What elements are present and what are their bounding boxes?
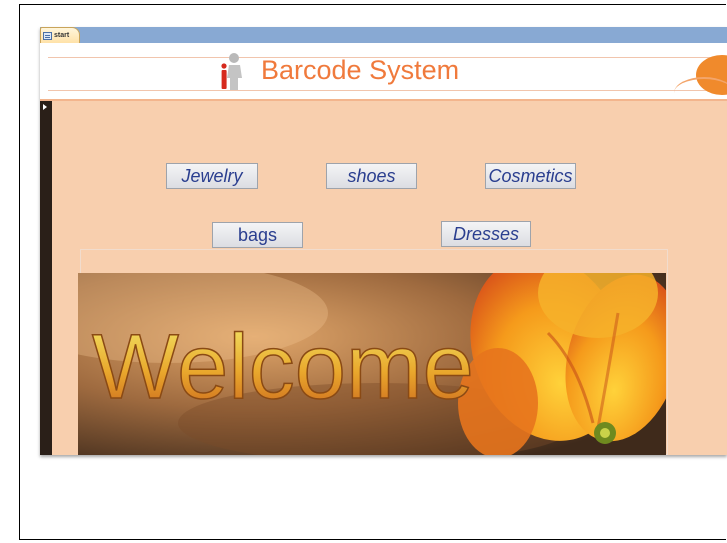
flower: [458, 273, 666, 455]
jewelry-button[interactable]: Jewelry: [166, 163, 258, 189]
welcome-text: Welcome: [92, 316, 474, 418]
header-line: [48, 90, 718, 91]
tab-label: start: [54, 32, 70, 39]
welcome-image: Welcome: [78, 273, 666, 455]
page-title: Barcode System: [261, 55, 460, 85]
access-form-window: start Barcode System Jewelry shoes Cosme…: [40, 27, 727, 455]
tab-start[interactable]: start: [40, 27, 80, 43]
decorative-arc: [674, 77, 727, 109]
form-header: Barcode System: [40, 43, 727, 101]
welcome-picture: Welcome: [78, 273, 666, 455]
form-icon: [43, 31, 52, 40]
document-tab-bar: start: [40, 27, 727, 43]
cosmetics-button[interactable]: Cosmetics: [485, 163, 576, 189]
record-pointer-icon: [43, 104, 47, 110]
record-selector-bar[interactable]: [40, 101, 52, 455]
shoes-button[interactable]: shoes: [326, 163, 417, 189]
dresses-button[interactable]: Dresses: [441, 221, 531, 247]
bags-button[interactable]: bags: [212, 222, 303, 248]
person-info-icon: [221, 53, 242, 90]
